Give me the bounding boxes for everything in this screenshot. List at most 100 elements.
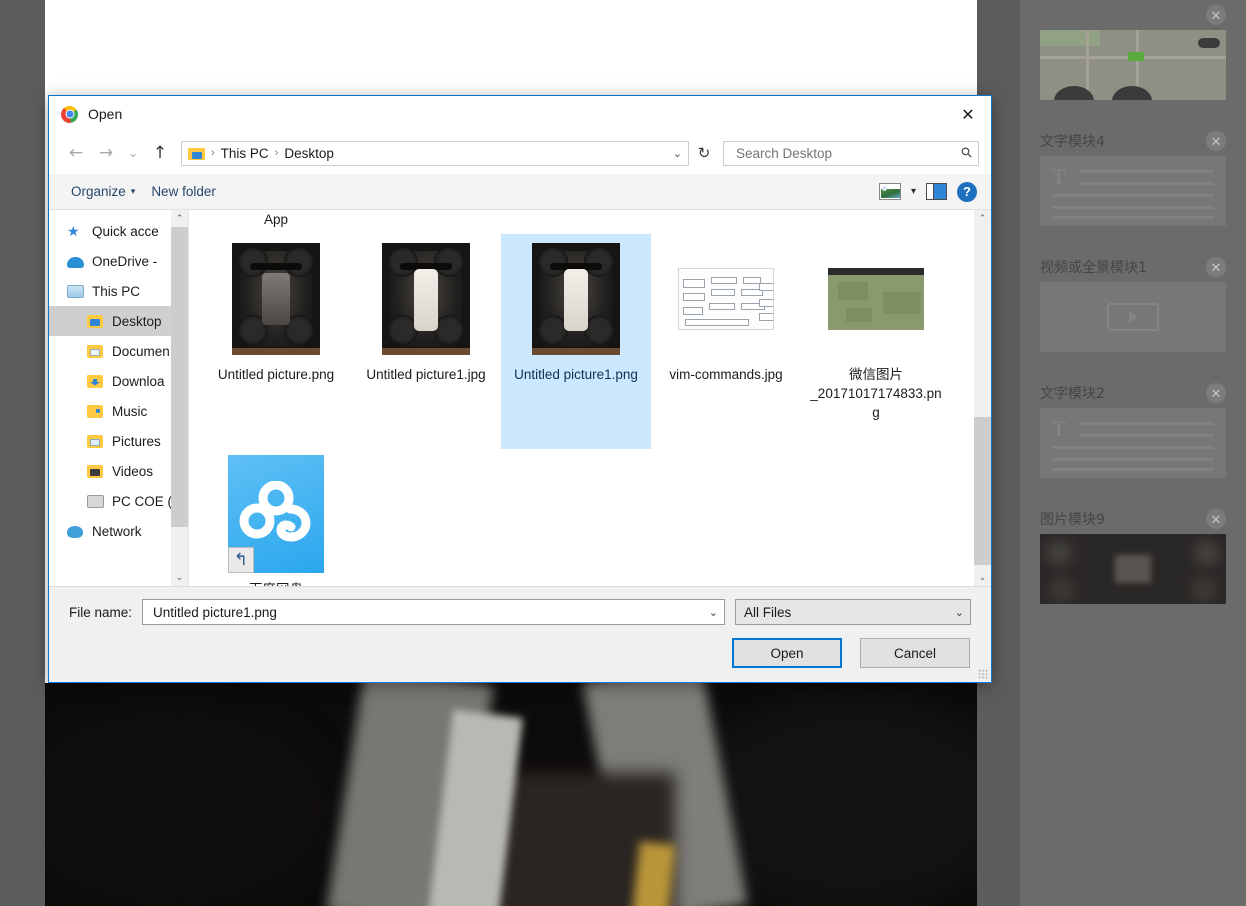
module-title: 视频或全景模块1 (1040, 260, 1147, 276)
sidebar-scrollbar[interactable]: ⌃ ⌄ (171, 210, 188, 586)
open-file-dialog: Open ✕ ← → ⌄ ↑ › This PC › Desktop ⌄ ↻ ⚲ (48, 95, 992, 683)
file-thumbnail (678, 240, 774, 358)
file-item[interactable]: Slack (501, 210, 651, 234)
file-thumbnail (378, 240, 474, 358)
file-list-area[interactable]: Lynda.com Desktop App PostmanSlackSourceT… (189, 210, 991, 586)
module-preview: T (1040, 156, 1226, 226)
sidebar-item-label: PC COE (( (112, 493, 177, 509)
sidebar-item-label: Network (92, 523, 142, 539)
breadcrumb-separator: › (274, 147, 279, 159)
sidebar-scroll-thumb[interactable] (171, 227, 188, 527)
sidebar-item-quick-acce[interactable]: ★ Quick acce (49, 216, 188, 246)
sidebar-item-label: Desktop (112, 313, 162, 329)
background-hero-photo (45, 683, 977, 906)
file-item[interactable]: vim-commands.jpg (651, 234, 801, 449)
back-button[interactable]: ← (61, 139, 91, 167)
sidebar-item-pc-coe[interactable]: PC COE (( (49, 486, 188, 516)
new-folder-button[interactable]: New folder (143, 180, 224, 203)
file-type-filter[interactable]: All Files ⌄ (735, 599, 971, 625)
breadcrumb-desktop[interactable]: Desktop (284, 146, 334, 161)
file-item[interactable]: ↰ 百度网盘 (201, 449, 351, 586)
open-button[interactable]: Open (732, 638, 842, 668)
resize-grip[interactable] (978, 669, 988, 679)
file-item[interactable]: Untitled picture1.jpg (351, 234, 501, 449)
dialog-footer: File name: ⌄ All Files ⌄ Open Cancel (49, 586, 991, 682)
module-header: 文字模块4 ✕ (1040, 126, 1226, 156)
refresh-icon[interactable]: ↻ (691, 141, 717, 166)
sidebar-item-this-pc[interactable]: This PC (49, 276, 188, 306)
module-panel: ✕ 文字模块4 ✕ T 视频或全景模块1 ✕ 文字模块2 ✕ T 图片模块9 ✕ (1020, 0, 1246, 906)
file-name-label: 微信图片_20171017174833.png (810, 367, 942, 421)
file-item[interactable]: Untitled picture.jpg (801, 210, 951, 234)
cancel-button[interactable]: Cancel (860, 638, 970, 668)
chevron-down-icon[interactable]: ▾ (911, 186, 916, 197)
chevron-down-icon: ▾ (130, 186, 136, 197)
module-close-icon[interactable]: ✕ (1206, 5, 1226, 25)
file-item[interactable]: Untitled picture1.png (501, 234, 651, 449)
help-icon[interactable]: ? (957, 181, 977, 202)
file-name-input[interactable] (151, 603, 709, 621)
breadcrumb-this-pc[interactable]: This PC (221, 146, 269, 161)
search-input[interactable] (734, 144, 962, 162)
preview-pane-icon[interactable] (926, 183, 947, 200)
scroll-up-icon[interactable]: ⌃ (171, 210, 188, 227)
chevron-down-icon[interactable]: ⌄ (673, 147, 682, 160)
file-list-scrollbar[interactable]: ⌃ ⌄ (974, 210, 991, 586)
close-icon[interactable]: ✕ (945, 96, 991, 132)
module-card[interactable]: 文字模块4 ✕ T (1040, 126, 1226, 226)
sidebar-item-videos[interactable]: Videos (49, 456, 188, 486)
module-card[interactable]: 图片模块9 ✕ (1040, 504, 1226, 604)
sidebar-item-music[interactable]: Music (49, 396, 188, 426)
sidebar-item-label: OneDrive - (92, 253, 158, 269)
dialog-body: ★ Quick acce OneDrive - This PC Desktop Docum… (49, 210, 991, 586)
sidebar-item-label: Documen (112, 343, 170, 359)
module-title: 文字模块2 (1040, 386, 1105, 402)
organize-button[interactable]: Organize ▾ (63, 180, 143, 203)
scroll-up-icon[interactable]: ⌃ (974, 210, 991, 227)
sidebar-item-label: Downloa (112, 373, 165, 389)
module-close-icon[interactable]: ✕ (1206, 383, 1226, 403)
folder-pictures-icon (87, 434, 104, 449)
sidebar-item-label: This PC (92, 283, 141, 299)
file-item[interactable]: SourceTree (651, 210, 801, 234)
module-header: 视频或全景模块1 ✕ (1040, 252, 1226, 282)
sidebar-item-desktop[interactable]: Desktop (49, 306, 188, 336)
scroll-down-icon[interactable]: ⌄ (171, 569, 188, 586)
cloud-icon (67, 254, 84, 269)
sidebar-item-network[interactable]: Network (49, 516, 188, 546)
file-name-label: 百度网盘 (209, 580, 343, 586)
address-bar[interactable]: › This PC › Desktop ⌄ (181, 140, 689, 166)
search-box[interactable]: ⚲ (723, 140, 979, 166)
module-close-icon[interactable]: ✕ (1206, 257, 1226, 277)
module-close-icon[interactable]: ✕ (1206, 509, 1226, 529)
module-card[interactable]: 视频或全景模块1 ✕ (1040, 252, 1226, 352)
chevron-down-icon[interactable]: ⌄ (709, 606, 718, 619)
module-close-icon[interactable]: ✕ (1206, 131, 1226, 151)
module-header: 图片模块9 ✕ (1040, 504, 1226, 534)
dialog-title: Open (88, 106, 123, 122)
module-card[interactable]: ✕ (1040, 0, 1226, 100)
module-header: ✕ (1040, 0, 1226, 30)
file-item[interactable]: 微信图片_20171017174833.png (801, 234, 951, 449)
sidebar-item-label: Videos (112, 463, 154, 479)
sidebar-item-pictures[interactable]: Pictures (49, 426, 188, 456)
module-preview (1040, 534, 1226, 604)
sidebar-item-downloa[interactable]: Downloa (49, 366, 188, 396)
file-item[interactable]: Lynda.com Desktop App (201, 210, 351, 234)
file-thumbnail (228, 240, 324, 358)
folder-music-icon (87, 404, 104, 419)
recent-locations-button[interactable]: ⌄ (121, 139, 145, 167)
navigation-bar: ← → ⌄ ↑ › This PC › Desktop ⌄ ↻ ⚲ (49, 132, 991, 174)
module-card[interactable]: 文字模块2 ✕ T (1040, 378, 1226, 478)
file-name-field[interactable]: ⌄ (142, 599, 725, 625)
sidebar-item-onedrive[interactable]: OneDrive - (49, 246, 188, 276)
file-item[interactable]: Postman (351, 210, 501, 234)
forward-button[interactable]: → (91, 139, 121, 167)
file-item[interactable]: Untitled picture.png (201, 234, 351, 449)
up-button[interactable]: ↑ (145, 139, 175, 167)
module-preview: T (1040, 408, 1226, 478)
file-list-scroll-thumb[interactable] (974, 417, 991, 565)
view-layout-icon[interactable] (878, 183, 901, 200)
sidebar-item-documen[interactable]: Documen (49, 336, 188, 366)
scroll-down-icon[interactable]: ⌄ (974, 569, 991, 586)
